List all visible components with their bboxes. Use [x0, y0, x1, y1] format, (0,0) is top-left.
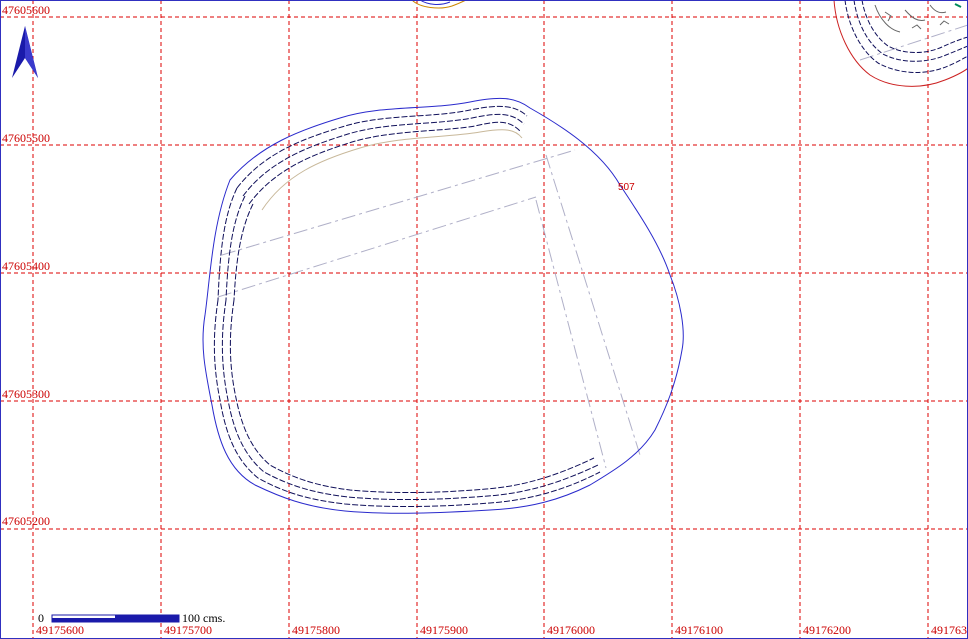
x-label: 49176200: [803, 623, 851, 637]
x-label: 4917630: [931, 623, 968, 637]
x-label: 49175600: [36, 623, 84, 637]
x-label: 49175900: [420, 623, 468, 637]
scale-end-label: 100 cms.: [182, 611, 225, 625]
contour-label: 507: [618, 182, 635, 193]
scale-zero-label: 0: [38, 611, 44, 625]
y-label: 47605500: [2, 131, 50, 145]
y-label: 47605600: [2, 3, 50, 17]
y-label: 47605400: [2, 259, 50, 273]
x-label: 49175700: [164, 623, 212, 637]
y-label: 47605200: [2, 514, 50, 528]
x-label: 49175800: [292, 623, 340, 637]
x-label: 49176000: [547, 623, 595, 637]
y-label: 47605300: [2, 387, 50, 401]
x-label: 49176100: [675, 623, 723, 637]
map-canvas[interactable]: 47605600 47605500 47605400 47605300 4760…: [0, 0, 968, 639]
